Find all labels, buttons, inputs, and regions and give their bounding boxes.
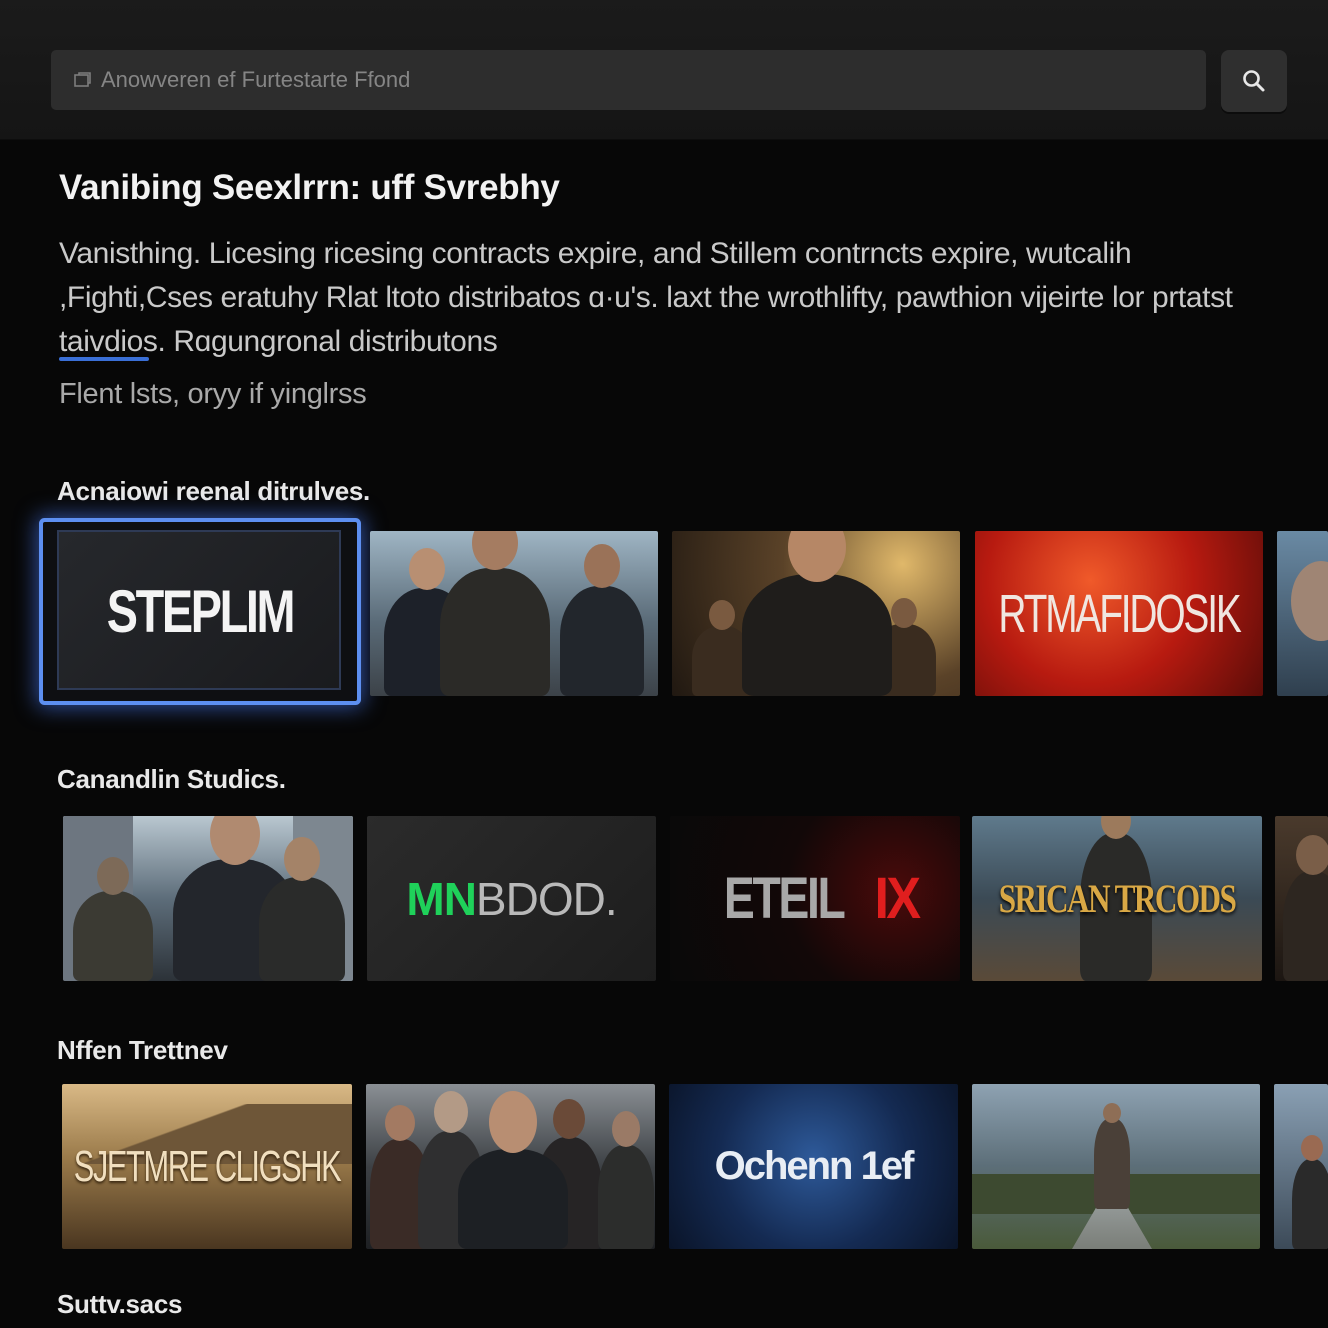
content-tile-partial[interactable] (1277, 531, 1328, 696)
row-title: Suttv.sacs (57, 1289, 183, 1319)
content-tile[interactable]: SJETMRE CLIGSHK (62, 1084, 352, 1249)
description-text: Vanisthing. Licesing ricesing contracts … (59, 237, 1233, 358)
content-tile-focused[interactable]: STEPLIM (43, 522, 357, 701)
description-underline (59, 357, 149, 361)
content-tile[interactable] (370, 531, 658, 696)
tile-logo: ETEIL IX (670, 816, 960, 981)
search-box[interactable] (51, 50, 1206, 110)
content-tile[interactable]: RTMAFIDOSIK (975, 531, 1263, 696)
tile-logo: Ochenn 1ef (714, 1144, 915, 1188)
content-tile[interactable]: ETEIL IX (670, 816, 960, 981)
field-icon (74, 72, 91, 87)
row-title: Acnaiowi reenal ditrulves. (57, 476, 370, 506)
tile-logo: SJETMRE CLIGSHK (73, 1141, 342, 1191)
search-input[interactable] (101, 67, 1181, 93)
content-tile[interactable] (366, 1084, 655, 1249)
content-tile[interactable]: Ochenn 1ef (669, 1084, 958, 1249)
content-tile-partial[interactable] (1274, 1084, 1328, 1249)
tile-logo: SRICAN TRCODS (998, 876, 1237, 921)
content-tile-partial[interactable] (1275, 816, 1328, 981)
content-tile[interactable]: SRICAN TRCODS (972, 816, 1262, 981)
row-title: Nffen Trettnev (57, 1035, 228, 1065)
content-tile[interactable] (63, 816, 353, 981)
description-subline: Flent lsts, oryy if yinglrss (59, 378, 367, 410)
search-button[interactable] (1221, 50, 1287, 112)
content-tile[interactable] (672, 531, 960, 696)
top-bar (0, 0, 1328, 140)
search-icon (1243, 70, 1265, 92)
logo-part-grey: BDOD. (475, 872, 618, 925)
page-title: Vanibing Seexlrrn: uff Svrebhy (59, 168, 560, 207)
logo-part-red: IX (874, 866, 922, 931)
content-tile[interactable] (972, 1084, 1260, 1249)
tile-logo: STEPLIM (106, 578, 296, 645)
row-title: Canandlin Studics. (57, 764, 286, 794)
tile-logo: MN BDOD. (367, 816, 656, 981)
tile-logo: RTMAFIDOSIK (998, 583, 1241, 644)
logo-part-grey: ETEIL (723, 866, 846, 931)
logo-part-green: MN (406, 872, 477, 925)
content-tile[interactable]: MN BDOD. (367, 816, 656, 981)
